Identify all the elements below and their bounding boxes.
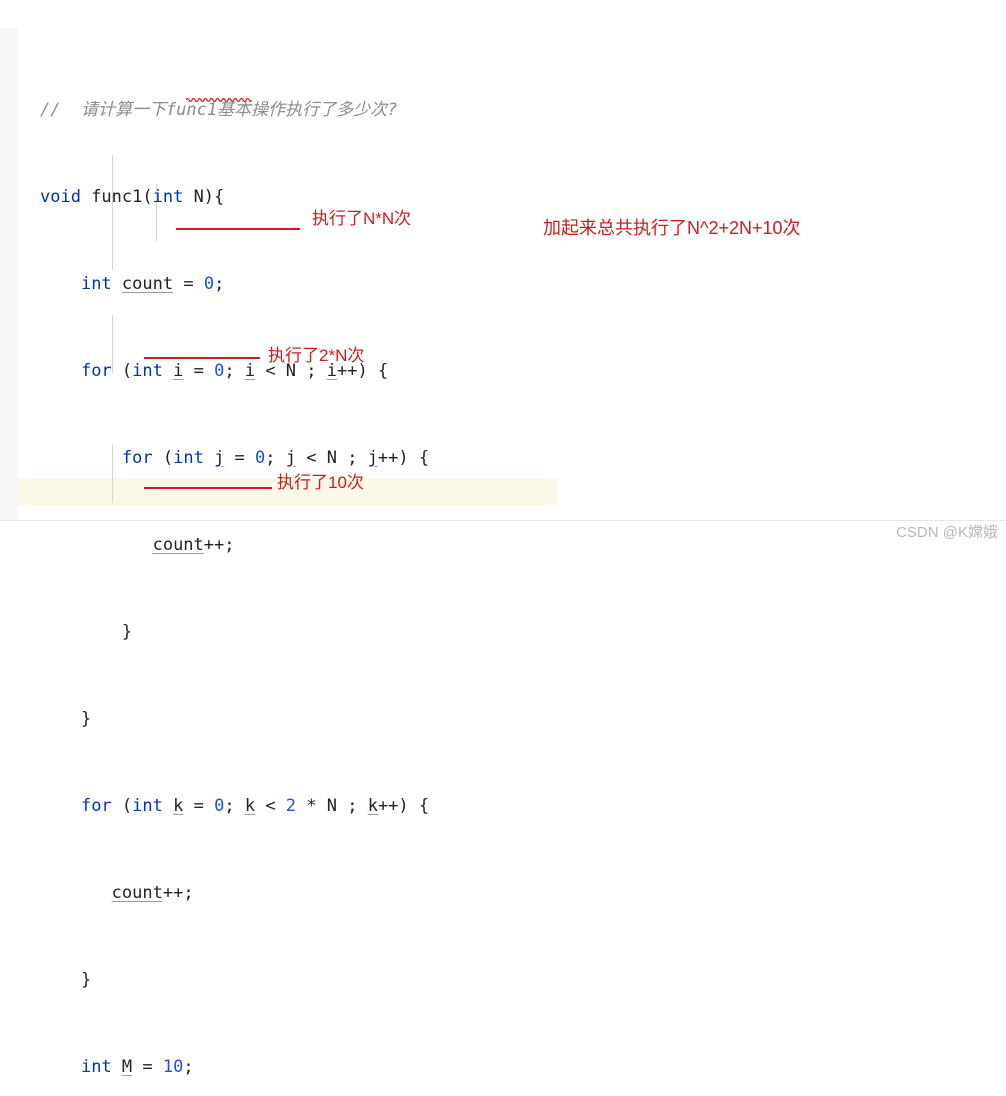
annotation-underline: [144, 357, 260, 359]
code-token: void: [40, 187, 81, 207]
annotation-underline: [176, 228, 300, 230]
code-token: int: [132, 361, 163, 381]
code-token: N){: [183, 187, 225, 207]
code-line-10: }: [40, 966, 429, 995]
code-token: count: [111, 883, 163, 903]
code-token: ++) {: [377, 448, 430, 468]
code-token: k: [367, 796, 378, 816]
code-line-4: for (int j = 0; j < N ; j++) {: [40, 444, 429, 473]
code-token: <: [255, 796, 286, 816]
code-token: ;: [224, 796, 245, 816]
code-token: j: [214, 448, 225, 468]
code-token: ;: [214, 274, 225, 294]
code-token: }: [40, 970, 92, 990]
code-token: int: [152, 187, 184, 207]
code-token: }: [40, 622, 133, 642]
code-token: count: [152, 535, 204, 555]
source-code[interactable]: // 请计算一下func1基本操作执行了多少次? void func1( int …: [40, 38, 429, 1096]
code-token: j: [285, 448, 297, 468]
code-token: 0: [255, 448, 266, 468]
error-squiggle-icon: [186, 96, 252, 102]
code-token: 2: [285, 796, 297, 816]
editor-gutter: [0, 28, 19, 520]
code-token: 0: [203, 274, 215, 294]
code-token: i: [244, 361, 256, 381]
code-token: int: [132, 796, 163, 816]
annotation-second-loop: 执行了2*N次: [268, 346, 365, 365]
code-token: ++;: [203, 535, 235, 555]
code-line-6: }: [40, 618, 429, 647]
code-token: ;: [224, 361, 245, 381]
code-token: for: [80, 796, 112, 816]
code-token: int: [173, 448, 204, 468]
bottom-divider: [0, 520, 1006, 521]
code-token: ++;: [162, 883, 194, 903]
code-token: k: [173, 796, 184, 816]
code-token: count: [121, 274, 174, 294]
annotation-while-loop: 执行了10次: [277, 473, 364, 492]
code-token: }: [40, 709, 92, 729]
comment-text: // 请计算一下func1基本操作执行了多少次?: [40, 100, 398, 120]
code-token: i: [173, 361, 184, 381]
code-token: for: [80, 361, 112, 381]
code-line-3: for (int i = 0; i < N ; i++) {: [40, 357, 429, 386]
annotation-underline: [144, 487, 272, 489]
code-token: (: [111, 361, 133, 381]
code-token: ++) {: [377, 796, 430, 816]
code-token: ;: [265, 448, 286, 468]
code-token: M: [121, 1057, 133, 1077]
code-token: =: [183, 361, 215, 381]
code-token: 0: [214, 361, 225, 381]
code-token: (: [111, 796, 133, 816]
code-token: int: [80, 274, 112, 294]
annotation-inner-loop: 执行了N*N次: [312, 209, 412, 228]
code-line-2: int count = 0;: [40, 270, 429, 299]
code-token: (: [152, 448, 174, 468]
code-token: k: [244, 796, 256, 816]
code-token: * N ;: [296, 796, 368, 816]
code-token: =: [132, 1057, 163, 1077]
code-line-5: count++;: [40, 531, 429, 560]
annotation-total: 加起来总共执行了N^2+2N+10次: [543, 218, 801, 238]
watermark-text: CSDN @K嫦娥: [896, 524, 998, 541]
code-line-9: count++;: [40, 879, 429, 908]
code-token: =: [173, 274, 204, 294]
code-token: 10: [162, 1057, 184, 1077]
code-token: j: [367, 448, 378, 468]
code-token: < N ;: [296, 448, 368, 468]
code-line-8: for (int k = 0; k < 2 * N ; k++) {: [40, 792, 429, 821]
code-token: =: [183, 796, 215, 816]
code-line-7: }: [40, 705, 429, 734]
code-token: ;: [183, 1057, 194, 1077]
code-token: for: [121, 448, 153, 468]
code-token: 0: [214, 796, 225, 816]
code-line-11: int M = 10;: [40, 1053, 429, 1082]
code-token: int: [80, 1057, 112, 1077]
code-token: func1(: [80, 187, 153, 207]
code-token: =: [224, 448, 256, 468]
screenshot-root: // 请计算一下func1基本操作执行了多少次? void func1( int …: [0, 0, 1006, 1077]
